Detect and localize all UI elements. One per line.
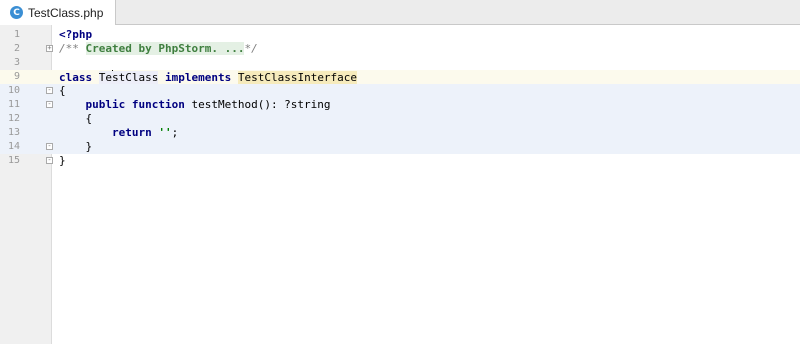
- tab-testclass-php[interactable]: C TestClass.php: [0, 0, 116, 25]
- code-line[interactable]: 12 {: [0, 112, 800, 126]
- code-token: /**: [59, 42, 86, 55]
- code-text: {: [59, 84, 66, 98]
- line-number: 1: [13, 29, 20, 40]
- code-line[interactable]: 10 -{: [0, 84, 800, 98]
- code-text: }: [59, 140, 92, 154]
- line-number: 3: [13, 57, 20, 68]
- code-line[interactable]: 1 <?php: [0, 28, 800, 42]
- code-editor[interactable]: 1 <?php 2 + /** Created by PhpStorm. ...*/ 3 9…: [0, 25, 800, 344]
- fold-collapse-icon[interactable]: -: [46, 157, 53, 164]
- code-token: */: [244, 42, 258, 55]
- code-token: public function: [85, 98, 192, 111]
- tab-title: TestClass.php: [28, 5, 104, 20]
- line-number: 13: [7, 127, 20, 138]
- code-line[interactable]: 14 - }: [0, 140, 800, 154]
- code-line[interactable]: 2 + /** Created by PhpStorm. ...*/: [0, 42, 800, 56]
- code-text: }: [59, 154, 66, 168]
- code-token: {: [59, 84, 66, 97]
- code-token: {: [59, 112, 93, 125]
- code-text: <?php: [59, 28, 92, 42]
- code-token: testMethod(): ?string: [191, 98, 331, 111]
- fold-collapse-icon[interactable]: -: [46, 101, 53, 108]
- code-token: class: [59, 71, 99, 84]
- line-number: 15: [7, 155, 20, 166]
- line-number: 2: [13, 43, 20, 54]
- code-token: Te: [98, 71, 112, 85]
- line-number: 10: [7, 85, 20, 96]
- fold-expand-icon[interactable]: +: [46, 45, 53, 52]
- code-line[interactable]: 15 -}: [0, 154, 800, 168]
- code-line[interactable]: 3: [0, 56, 800, 70]
- code-text: class TestClass implements TestClassInte…: [59, 70, 358, 85]
- fold-collapse-icon[interactable]: -: [46, 87, 53, 94]
- code-text: {: [59, 112, 92, 126]
- line-number: 14: [7, 141, 20, 152]
- code-token: return: [111, 126, 159, 139]
- code-token: }: [59, 154, 66, 167]
- line-number: 9: [13, 71, 20, 82]
- code-token: <?php: [59, 28, 93, 41]
- php-class-icon: C: [10, 6, 23, 19]
- code-token: TestClassInterface: [237, 71, 358, 84]
- code-token: stClass: [112, 71, 159, 85]
- code-line[interactable]: 13 return '';: [0, 126, 800, 140]
- line-number: 11: [7, 99, 20, 110]
- code-text: public function testMethod(): ?string: [59, 98, 331, 112]
- code-token: ;: [171, 126, 179, 139]
- code-text: return '';: [59, 126, 178, 140]
- line-number: 12: [7, 113, 20, 124]
- code-token: }: [59, 140, 93, 153]
- code-text: /** Created by PhpStorm. ...*/: [59, 42, 258, 56]
- code-token: '': [158, 126, 172, 139]
- code-token: Created by PhpStorm. ...: [85, 42, 245, 55]
- editor-tab-bar: C TestClass.php: [0, 0, 800, 25]
- fold-collapse-icon[interactable]: -: [46, 143, 53, 150]
- code-line[interactable]: 11 - public function testMethod(): ?strin…: [0, 98, 800, 112]
- code-line[interactable]: 9 class TestClass implements TestClassInt…: [0, 70, 800, 85]
- code-token: implements: [158, 71, 238, 84]
